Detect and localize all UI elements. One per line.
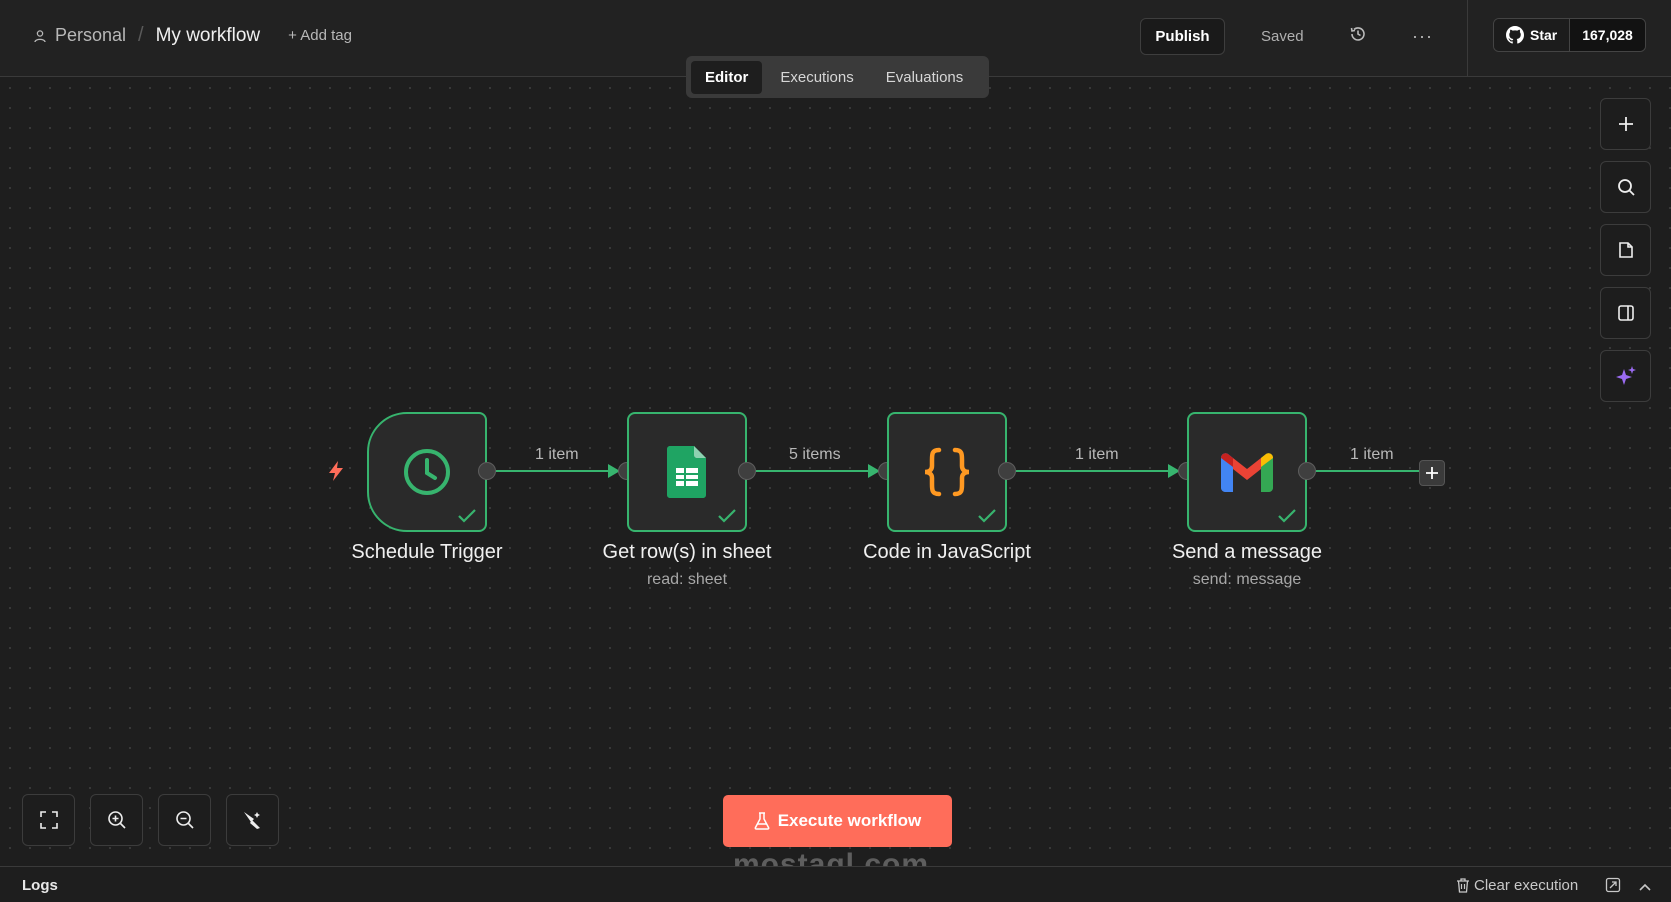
toggle-panel-button[interactable] xyxy=(1600,287,1651,339)
connection-label-4: 1 item xyxy=(1350,446,1394,463)
plus-icon xyxy=(1426,467,1438,479)
success-check-icon xyxy=(978,509,996,523)
connection-wire-1[interactable] xyxy=(496,464,620,478)
zoom-out-button[interactable] xyxy=(158,794,211,846)
logs-bar[interactable]: Logs Clear execution xyxy=(0,866,1671,902)
broom-icon xyxy=(243,812,260,829)
node-schedule-trigger[interactable] xyxy=(367,412,487,532)
right-toolbar xyxy=(1600,98,1651,402)
node-title: Send a message xyxy=(1171,541,1323,563)
zoom-in-icon xyxy=(107,811,126,829)
success-check-icon xyxy=(1278,509,1296,523)
clock-icon xyxy=(404,449,450,495)
fit-view-button[interactable] xyxy=(22,794,75,846)
connection-wire-2[interactable] xyxy=(756,464,880,478)
clear-execution-button[interactable]: Clear execution xyxy=(1456,877,1578,894)
sparkle-icon xyxy=(1615,366,1636,385)
connection-wire-3[interactable] xyxy=(1016,464,1180,478)
node-gmail-send[interactable] xyxy=(1187,412,1307,532)
canvas-controls xyxy=(22,794,279,846)
execute-workflow-button[interactable]: Execute workflow xyxy=(723,795,952,847)
zoom-out-icon xyxy=(175,811,194,829)
sticky-note-button[interactable] xyxy=(1600,224,1651,276)
plus-icon xyxy=(1618,117,1633,131)
execute-workflow-label: Execute workflow xyxy=(777,811,922,830)
tidy-up-button[interactable] xyxy=(226,794,279,846)
flask-icon xyxy=(754,812,770,830)
connection-label-2: 5 items xyxy=(789,446,841,463)
panel-icon xyxy=(1617,305,1634,321)
zoom-in-button[interactable] xyxy=(90,794,143,846)
node-title: Code in JavaScript xyxy=(863,541,1031,563)
node-output-handle[interactable] xyxy=(738,462,756,480)
google-sheets-icon xyxy=(667,446,706,498)
fit-view-icon xyxy=(39,811,58,829)
expand-logs-button[interactable] xyxy=(1638,879,1652,897)
sticky-note-icon xyxy=(1618,242,1633,258)
trigger-bolt-icon xyxy=(327,460,345,487)
connection-label-1: 1 item xyxy=(535,446,579,463)
add-node-panel-button[interactable] xyxy=(1600,98,1651,150)
success-check-icon xyxy=(458,509,476,523)
search-icon xyxy=(1617,179,1635,196)
node-title: Schedule Trigger xyxy=(351,541,503,563)
node-output-handle[interactable] xyxy=(1298,462,1316,480)
code-braces-icon xyxy=(924,447,970,497)
trash-icon xyxy=(1457,878,1469,893)
popout-button[interactable] xyxy=(1605,877,1621,898)
gmail-icon xyxy=(1221,453,1273,492)
popout-icon xyxy=(1605,877,1621,893)
search-button[interactable] xyxy=(1600,161,1651,213)
success-check-icon xyxy=(718,509,736,523)
ai-assistant-button[interactable] xyxy=(1600,350,1651,402)
node-output-handle[interactable] xyxy=(478,462,496,480)
node-google-sheets[interactable] xyxy=(627,412,747,532)
logs-title: Logs xyxy=(22,877,58,894)
node-subtitle: send: message xyxy=(1192,571,1302,588)
connection-label-3: 1 item xyxy=(1075,446,1119,463)
node-subtitle: read: sheet xyxy=(646,571,728,588)
node-code-javascript[interactable] xyxy=(887,412,1007,532)
chevron-up-icon xyxy=(1639,883,1651,891)
clear-execution-label: Clear execution xyxy=(1474,877,1579,894)
add-node-button[interactable] xyxy=(1419,460,1445,486)
node-output-handle[interactable] xyxy=(998,462,1016,480)
node-title: Get row(s) in sheet xyxy=(602,541,772,563)
